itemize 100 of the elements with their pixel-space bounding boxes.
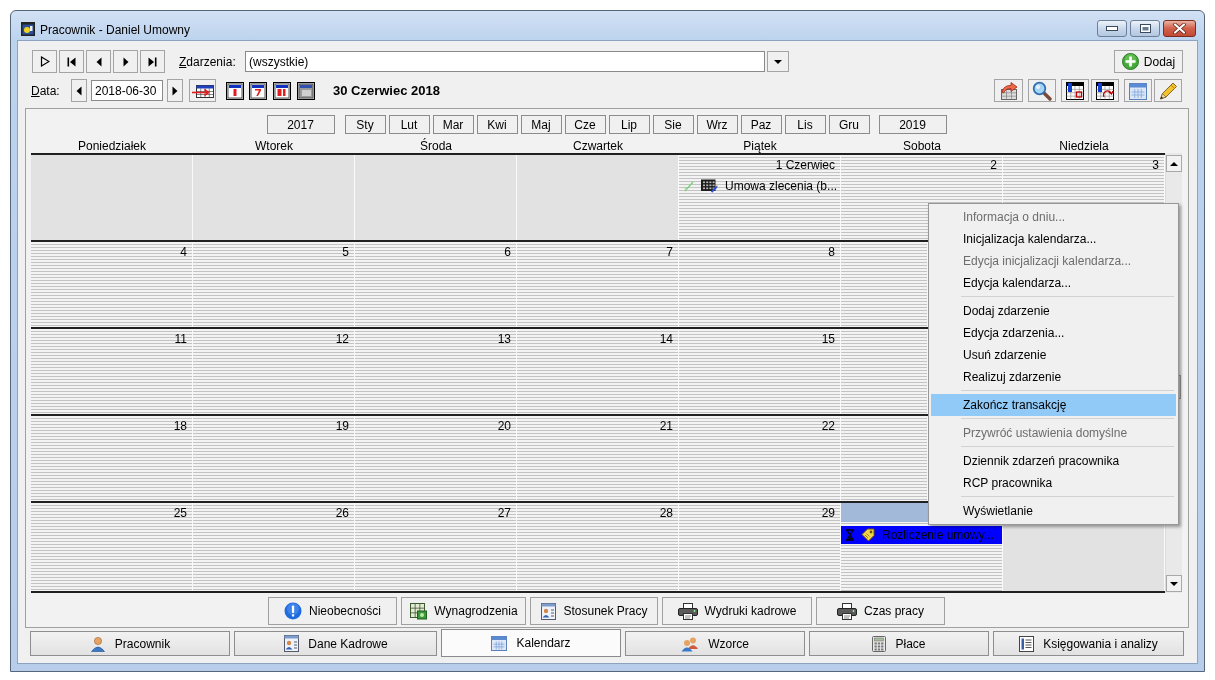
menu-item[interactable]: Realizuj zdarzenie — [931, 366, 1176, 388]
day-number: 20 — [497, 419, 511, 433]
check-mark-icon — [683, 180, 695, 192]
previous-day-button[interactable] — [71, 79, 87, 102]
tab[interactable]: Dane Kadrowe — [234, 631, 437, 656]
employment-button[interactable]: Stosunek Pracy — [530, 597, 658, 625]
edit-button[interactable] — [1154, 79, 1182, 102]
hr-prints-button[interactable]: Wydruki kadrowe — [662, 597, 812, 625]
calendar-icon — [1128, 80, 1148, 101]
weekday-label: Środa — [419, 139, 453, 153]
tab[interactable]: Płace — [809, 631, 989, 656]
tab[interactable]: Kalendarz — [441, 629, 621, 657]
month-button[interactable]: Sie — [652, 115, 694, 134]
pencil-icon — [1158, 80, 1178, 101]
menu-item[interactable]: RCP pracownika — [931, 472, 1176, 494]
next-day-button[interactable] — [167, 79, 183, 102]
day-cell[interactable]: 25 — [31, 503, 193, 591]
day-number: 3 — [1152, 158, 1159, 172]
tab[interactable]: Wzorce — [625, 631, 805, 656]
menu-item[interactable]: Inicjalizacja kalendarza... — [931, 228, 1176, 250]
add-button[interactable]: Dodaj — [1114, 50, 1183, 73]
menu-item[interactable]: Dodaj zdarzenie — [931, 300, 1176, 322]
next-year-button[interactable]: 2019 — [878, 115, 947, 134]
dropdown-button[interactable] — [767, 51, 789, 72]
previous-button[interactable] — [86, 50, 111, 73]
month-button[interactable]: Gru — [828, 115, 870, 134]
export-button[interactable] — [994, 79, 1023, 102]
day-view-button[interactable] — [226, 81, 244, 100]
day-cell[interactable] — [193, 155, 355, 240]
day-cell[interactable]: 28 — [517, 503, 679, 591]
date-field[interactable]: 2018-06-30 — [91, 80, 163, 101]
day-number: 12 — [335, 332, 349, 346]
day-number: 5 — [342, 245, 349, 259]
calendar-jump-button[interactable] — [189, 79, 216, 102]
day-cell[interactable] — [355, 155, 517, 240]
calendar-button[interactable] — [1124, 79, 1152, 102]
minimize-icon — [1106, 26, 1118, 31]
close-button[interactable] — [1163, 20, 1196, 37]
previous-year-button[interactable]: 2017 — [266, 115, 335, 134]
month-button[interactable]: Mar — [432, 115, 474, 134]
day-number: 18 — [173, 419, 187, 433]
skip-forward-icon — [148, 56, 157, 67]
scroll-down-icon — [1170, 581, 1178, 586]
menu-item[interactable]: Usuń zdarzenie — [931, 344, 1176, 366]
tab[interactable]: Księgowania i analizy — [993, 631, 1184, 656]
open-button[interactable] — [32, 50, 57, 73]
day-number: 22 — [821, 419, 835, 433]
month-button[interactable]: Lut — [388, 115, 430, 134]
day-cell[interactable] — [31, 155, 193, 240]
keyboard-pen-icon — [701, 179, 718, 193]
triangle-left-icon — [76, 85, 82, 96]
minimize-button[interactable] — [1097, 20, 1127, 37]
menu-item[interactable]: Edycja kalendarza... — [931, 272, 1176, 294]
day-cell[interactable]: 27 — [355, 503, 517, 591]
search-icon — [1032, 80, 1052, 101]
weekday-label: Sobota — [901, 139, 942, 153]
month-button[interactable]: Lis — [784, 115, 826, 134]
month-button[interactable]: Lip — [608, 115, 650, 134]
menu-item[interactable]: Zakończ transakcję — [931, 394, 1176, 416]
calendar-event[interactable]: Umowa zlecenia (b... — [679, 177, 840, 195]
day-number: 4 — [180, 245, 187, 259]
menu-item[interactable]: Dziennik zdarzeń pracownika — [931, 450, 1176, 472]
last-button[interactable] — [140, 50, 165, 73]
tab[interactable]: Pracownik — [30, 631, 230, 656]
menu-item[interactable]: Edycja zdarzenia... — [931, 322, 1176, 344]
info-icon — [283, 602, 302, 620]
work-time-button[interactable]: Czas pracy — [816, 597, 945, 625]
month-button[interactable]: Cze — [564, 115, 606, 134]
day-cell[interactable] — [517, 155, 679, 240]
month-button[interactable]: Maj — [520, 115, 562, 134]
salaries-button[interactable]: Wynagrodzenia — [401, 597, 526, 625]
day-number: 7 — [666, 245, 673, 259]
day-cell[interactable]: 26 — [193, 503, 355, 591]
day-cell[interactable]: 29 — [679, 503, 841, 591]
month-button[interactable]: Wrz — [696, 115, 738, 134]
menu-item[interactable]: Wyświetlanie — [931, 500, 1176, 522]
triangle-right-icon — [122, 56, 129, 67]
printer-icon — [837, 602, 857, 620]
month-button[interactable]: Paz — [740, 115, 782, 134]
calendar-mark-button[interactable] — [1061, 79, 1089, 102]
day-number: 8 — [828, 245, 835, 259]
day-cell[interactable] — [1003, 525, 1165, 591]
weekday-label: Poniedziałek — [76, 139, 147, 153]
calendar-refresh-icon — [1095, 80, 1115, 101]
absences-button[interactable]: Nieobecności — [268, 597, 397, 625]
events-combo-field[interactable]: (wszystkie) — [245, 51, 765, 72]
month-view-button[interactable] — [273, 81, 291, 100]
week-view-button[interactable] — [249, 81, 267, 100]
calendar-refresh-button[interactable] — [1091, 79, 1119, 102]
month-button[interactable]: Kwi — [476, 115, 518, 134]
calendar-icon — [491, 635, 508, 651]
maximize-button[interactable] — [1130, 20, 1160, 37]
month-button[interactable]: Sty — [344, 115, 386, 134]
list-view-button[interactable] — [297, 81, 315, 100]
scroll-up-icon — [1170, 161, 1178, 166]
day-number: 11 — [174, 332, 187, 346]
search-button[interactable] — [1028, 79, 1056, 102]
next-button[interactable] — [113, 50, 138, 73]
first-button[interactable] — [59, 50, 84, 73]
maximize-icon — [1139, 24, 1151, 33]
